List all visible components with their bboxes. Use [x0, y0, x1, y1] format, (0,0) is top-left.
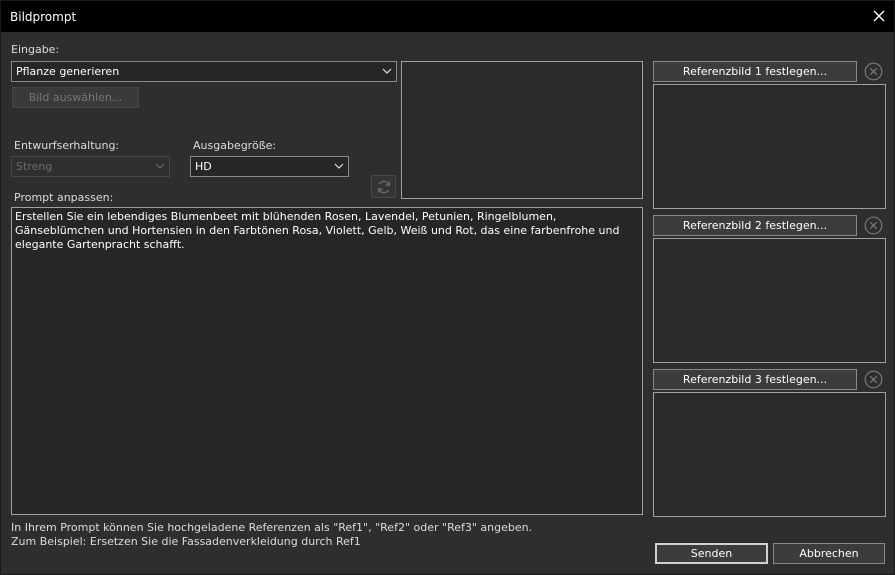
input-select[interactable]: Pflanze generieren [11, 61, 397, 82]
input-image-preview [401, 61, 643, 199]
set-reference-2-button[interactable]: Referenzbild 2 festlegen... [653, 215, 857, 236]
chevron-down-icon [382, 68, 392, 74]
input-select-value: Pflanze generieren [16, 65, 120, 78]
output-size-value: HD [195, 160, 212, 173]
design-retention-select[interactable]: Streng [11, 156, 170, 177]
output-size-select[interactable]: HD [190, 156, 349, 177]
reference-3-preview [653, 392, 886, 517]
refresh-button[interactable] [371, 175, 396, 198]
set-reference-1-button[interactable]: Referenzbild 1 festlegen... [653, 61, 857, 82]
design-retention-label: Entwurfserhaltung: [14, 139, 120, 152]
close-icon [873, 10, 885, 22]
clear-reference-2-button[interactable] [863, 215, 884, 236]
clear-reference-3-button[interactable] [863, 369, 884, 390]
clear-reference-1-button[interactable] [863, 61, 884, 82]
hint-line-1: In Ihrem Prompt können Sie hochgeladene … [11, 521, 533, 534]
reference-1-preview [653, 84, 886, 209]
design-retention-value: Streng [16, 160, 53, 173]
prompt-textarea[interactable]: Erstellen Sie ein lebendiges Blumenbeet … [11, 207, 643, 515]
close-button[interactable] [867, 5, 891, 27]
window-title: Bildprompt [10, 10, 77, 24]
set-reference-3-button[interactable]: Referenzbild 3 festlegen... [653, 369, 857, 390]
output-size-label: Ausgabegröße: [193, 139, 277, 152]
input-label: Eingabe: [11, 43, 60, 56]
hint-line-2: Zum Beispiel: Ersetzen Sie die Fassadenv… [11, 535, 361, 548]
send-button[interactable]: Senden [655, 543, 768, 564]
title-bar: Bildprompt [1, 1, 894, 32]
chevron-down-icon [155, 163, 165, 169]
refresh-icon [377, 180, 390, 193]
chevron-down-icon [334, 163, 344, 169]
clear-circle-icon [864, 370, 883, 389]
select-image-button[interactable]: Bild auswählen... [12, 87, 139, 108]
reference-2-preview [653, 238, 886, 363]
clear-circle-icon [864, 62, 883, 81]
cancel-button[interactable]: Abbrechen [773, 543, 885, 564]
bildprompt-dialog: Bildprompt Eingabe: Pflanze generieren B… [0, 0, 895, 575]
clear-circle-icon [864, 216, 883, 235]
prompt-label: Prompt anpassen: [14, 191, 114, 204]
